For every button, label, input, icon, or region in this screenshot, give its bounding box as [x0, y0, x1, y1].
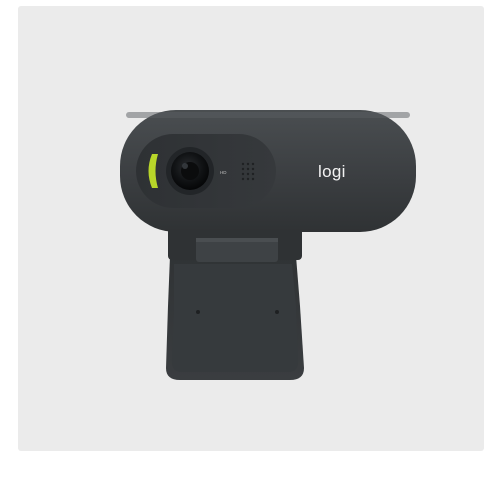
- brand-logo: logi: [318, 162, 346, 181]
- camera-lens-icon: [166, 147, 214, 195]
- webcam-product-image: HD logi: [120, 110, 416, 380]
- product-image-card[interactable]: HD logi: [18, 6, 484, 451]
- webcam-body: [120, 110, 416, 232]
- webcam-clip-stand: [166, 256, 304, 380]
- resolution-label: HD: [220, 170, 227, 175]
